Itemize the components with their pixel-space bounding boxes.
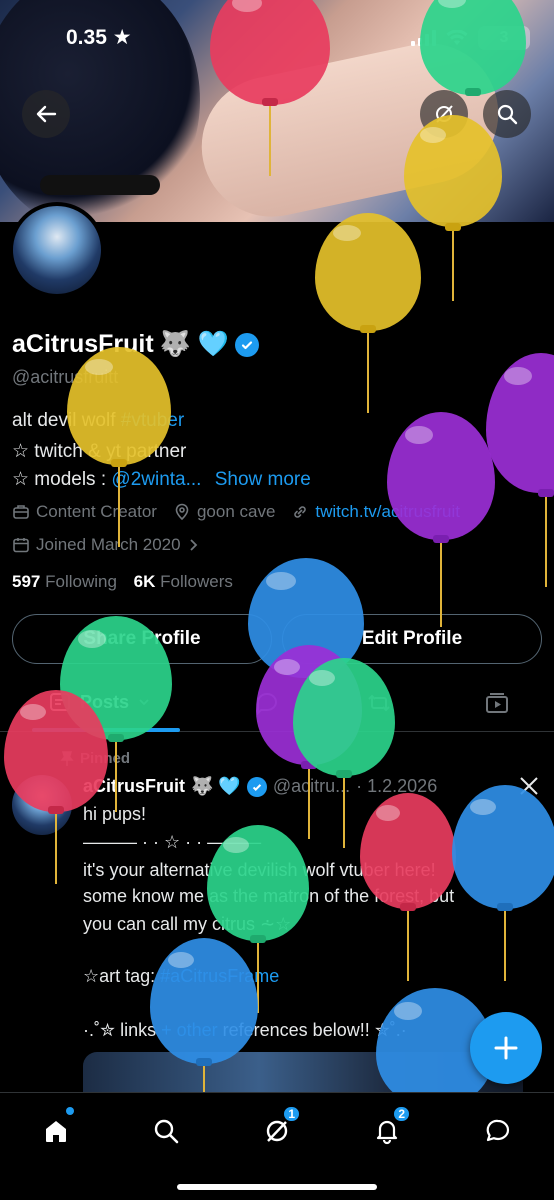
verified-badge-icon (246, 776, 267, 797)
nav-grok[interactable]: 1 (257, 1105, 301, 1151)
chat-bubble-icon (486, 1119, 510, 1142)
display-name-text: aCitrusFruit (12, 330, 154, 358)
compose-post-button[interactable] (470, 1012, 542, 1084)
joined-row[interactable]: Joined March 2020 (12, 535, 199, 555)
post-text-line: ——— · · ☆ · · ——— (83, 832, 262, 852)
home-icon (46, 1121, 66, 1142)
post-link[interactable]: + other (161, 1020, 218, 1040)
calendar-icon (13, 538, 29, 553)
home-indicator-bar (177, 1184, 377, 1190)
nav-search[interactable] (146, 1111, 186, 1151)
followers-link[interactable]: 6K Followers (134, 572, 233, 591)
bio-text: ☆ models : (12, 469, 112, 490)
post-header: aCitrusFruit 🐺 🩵 @acitru... · 1.2.2026 (83, 776, 437, 797)
profile-meta-row: Content Creator goon cave twitch.tv/acit… (12, 502, 460, 522)
post-text-line: ·.˚✮ links + other references below!! ✮˚… (83, 1020, 407, 1041)
video-icon (486, 693, 508, 713)
following-link[interactable]: 597 Following (12, 572, 117, 591)
art-tag-hashtag-link[interactable]: #aCitrusFrame (160, 966, 279, 986)
profile-category: Content Creator (36, 502, 157, 521)
active-tab-indicator (32, 728, 180, 732)
grok-badge: 1 (282, 1105, 301, 1123)
x-logo-icon (520, 777, 538, 795)
vtuber-hashtag-link[interactable]: #vtuber (121, 410, 184, 431)
link-icon (294, 506, 307, 518)
chevron-right-icon (189, 539, 197, 551)
briefcase-icon (13, 505, 29, 519)
bio-text: alt devil wolf (12, 410, 121, 431)
back-button[interactable] (22, 90, 70, 138)
post-text-line: ☆art tag: #aCitrusFrame (83, 966, 279, 987)
joined-date: Joined March 2020 (36, 535, 181, 554)
home-notification-dot (66, 1107, 74, 1115)
follow-counts: 597 Following 6K Followers (12, 572, 233, 592)
wifi-icon (446, 30, 468, 45)
post-text: references below!! ✮˚.· (217, 1020, 407, 1040)
profile-display-name: aCitrusFruit 🐺 🩵 (12, 330, 259, 359)
mention-link[interactable]: @2winta... (111, 469, 201, 490)
post-author-avatar[interactable] (12, 775, 72, 835)
nav-home[interactable] (36, 1107, 76, 1151)
status-time: 0.35 ★ (66, 26, 132, 49)
banner-art-collar (40, 175, 160, 195)
post-text: ·.˚✮ links (83, 1020, 162, 1040)
post-author-emojis: 🐺 🩵 (191, 776, 241, 796)
pinned-text: Pinned (80, 750, 131, 767)
search-icon (497, 104, 518, 125)
edit-profile-button[interactable]: Edit Profile (282, 614, 542, 664)
star-icon: ★ (112, 26, 132, 49)
profile-handle: @acitrusfruitt (12, 367, 119, 387)
tab-posts[interactable]: Posts (48, 690, 151, 714)
post-text-line: some know me as the matron of the forest… (83, 886, 455, 906)
name-emojis: 🐺 🩵 (159, 330, 229, 358)
posts-icon (50, 693, 70, 711)
tab-posts-label: Posts (80, 691, 130, 712)
battery-indicator: 3 (478, 26, 530, 50)
post-text-line: you can call my citrus ⩪☆ (83, 914, 292, 934)
signal-icon (411, 30, 436, 46)
show-more-link[interactable]: Show more (215, 469, 311, 490)
post-text-line: it's your alternative devilish wolf vtub… (83, 860, 436, 880)
nav-notifications[interactable]: 2 (367, 1105, 411, 1151)
share-profile-button[interactable]: Share Profile (12, 614, 272, 664)
repost-icon (368, 694, 390, 712)
plus-icon (494, 1036, 518, 1060)
tab-replies[interactable] (254, 690, 280, 716)
post-date: · 1.2.2026 (356, 776, 438, 796)
post-author-name[interactable]: aCitrusFruit (83, 776, 185, 797)
location-pin-icon (175, 503, 189, 521)
profile-avatar[interactable] (9, 202, 105, 298)
bio-line-3: ☆ models : @2winta... Show more (12, 468, 311, 491)
status-icons: 3 (411, 26, 530, 50)
reply-icon (257, 693, 278, 716)
pinned-label: Pinned (60, 750, 130, 767)
bio-line-2: ☆ twitch & yt partner (12, 441, 187, 462)
bio-line-1: alt devil wolf #vtuber (12, 410, 184, 432)
search-icon (154, 1119, 179, 1144)
grok-button[interactable] (420, 90, 468, 138)
chevron-down-icon (139, 699, 149, 706)
post-author-handle: @acitru... (272, 776, 351, 796)
post-text-line: hi pups! (83, 804, 147, 824)
verified-badge-icon[interactable] (234, 332, 259, 357)
pin-icon (60, 750, 74, 766)
notifications-badge: 2 (392, 1105, 411, 1123)
post-text: ☆art tag: (83, 966, 161, 986)
profile-location: goon cave (196, 502, 276, 521)
profile-website-link[interactable]: twitch.tv/acitrusfruit (315, 502, 460, 522)
tab-media[interactable] (484, 690, 510, 716)
tab-reposts[interactable] (366, 690, 392, 716)
nav-messages[interactable] (478, 1111, 518, 1151)
search-button[interactable] (483, 90, 531, 138)
profile-tabs: Posts (0, 680, 554, 732)
arrow-left-icon (36, 105, 57, 123)
grok-icon (436, 105, 453, 123)
